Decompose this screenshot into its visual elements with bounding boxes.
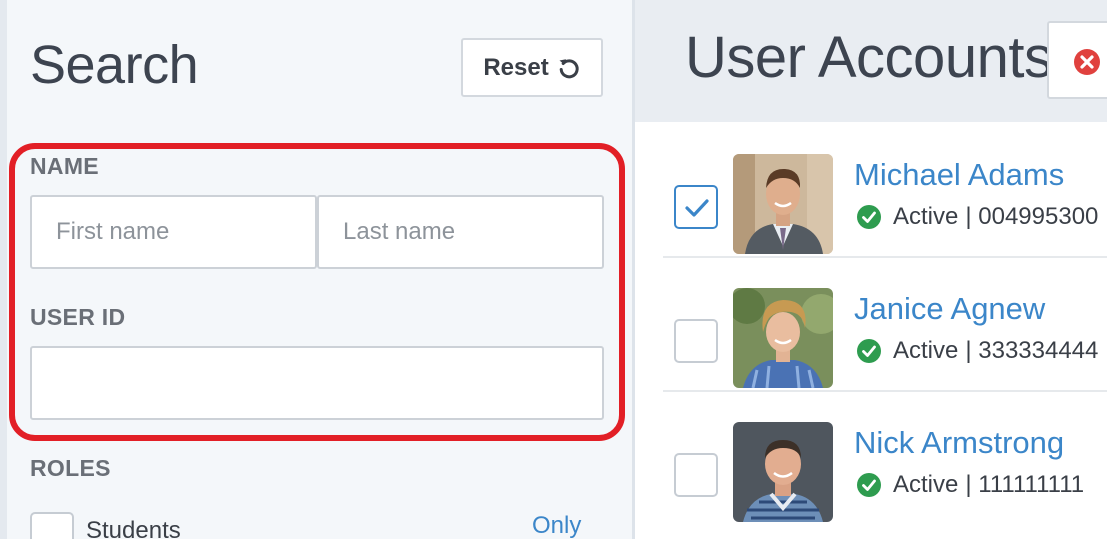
- checkmark-icon: [685, 199, 709, 217]
- user-id-input[interactable]: [30, 346, 604, 420]
- active-check-icon: [857, 473, 881, 497]
- user-id-text: | 004995300: [965, 203, 1099, 230]
- user-name-link[interactable]: Michael Adams: [854, 157, 1064, 193]
- accounts-header: User Accounts: [635, 0, 1107, 122]
- user-select-checkbox[interactable]: [674, 453, 718, 497]
- students-only-link[interactable]: Only: [532, 512, 581, 539]
- first-name-input[interactable]: [30, 195, 317, 269]
- name-label: NAME: [30, 153, 99, 179]
- user-status-line: Active | 111111111: [857, 471, 1084, 499]
- students-label: Students: [86, 517, 181, 539]
- user-status-line: Active | 333334444: [857, 337, 1098, 365]
- user-select-checkbox[interactable]: [674, 185, 718, 229]
- user-id-text: | 111111111: [965, 471, 1085, 498]
- active-check-icon: [857, 205, 881, 229]
- close-button[interactable]: [1047, 21, 1107, 99]
- user-row: Michael Adams Active | 004995300: [663, 122, 1107, 258]
- avatar: [733, 154, 833, 254]
- user-name-link[interactable]: Janice Agnew: [854, 291, 1045, 327]
- user-row: Nick Armstrong Active | 111111111: [663, 390, 1107, 524]
- students-checkbox[interactable]: [30, 512, 74, 539]
- reset-button-label: Reset: [483, 53, 549, 81]
- user-row: Janice Agnew Active | 333334444: [663, 256, 1107, 392]
- user-status-line: Active | 004995300: [857, 203, 1098, 231]
- avatar: [733, 422, 833, 522]
- avatar: [733, 288, 833, 388]
- accounts-title: User Accounts: [685, 25, 1053, 90]
- roles-label: ROLES: [30, 455, 111, 481]
- last-name-input[interactable]: [317, 195, 604, 269]
- user-status: Active: [893, 203, 959, 230]
- panel-edge: [0, 0, 7, 539]
- search-panel: Search Reset NAME USER ID ROLES Students…: [0, 0, 632, 539]
- user-list: Michael Adams Active | 004995300 Janice …: [635, 122, 1107, 539]
- search-title: Search: [30, 35, 199, 95]
- reset-icon: [557, 56, 581, 80]
- user-id-text: | 333334444: [965, 337, 1099, 364]
- user-status: Active: [893, 337, 959, 364]
- user-status: Active: [893, 471, 959, 498]
- reset-button[interactable]: Reset: [461, 38, 603, 97]
- user-name-link[interactable]: Nick Armstrong: [854, 425, 1064, 461]
- user-select-checkbox[interactable]: [674, 319, 718, 363]
- close-circle-icon: [1074, 49, 1100, 75]
- user-id-label: USER ID: [30, 304, 126, 330]
- active-check-icon: [857, 339, 881, 363]
